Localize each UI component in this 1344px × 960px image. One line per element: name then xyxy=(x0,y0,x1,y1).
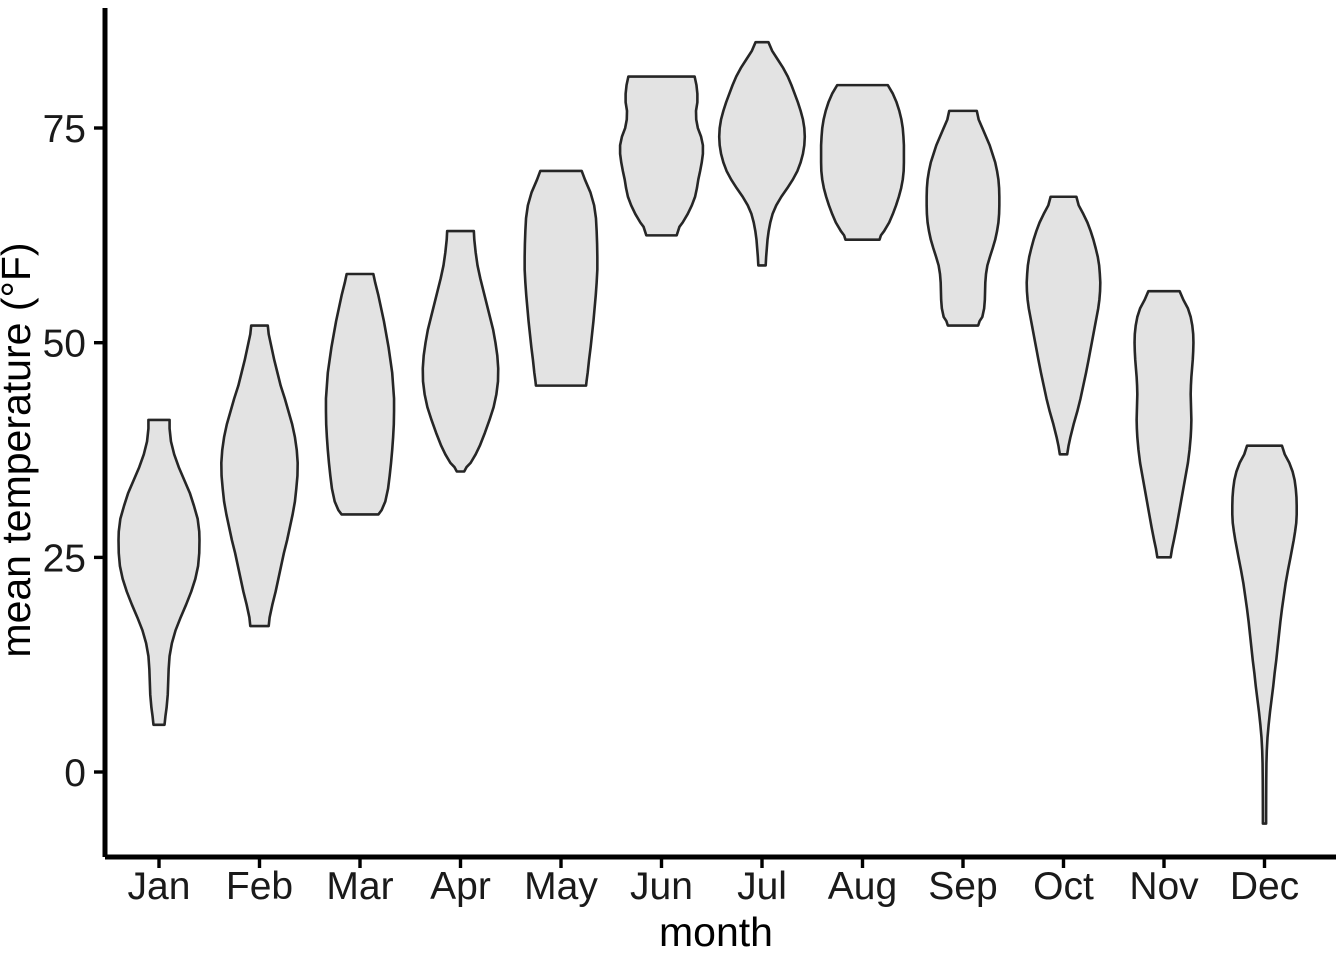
x-tick-label-nov: Nov xyxy=(1129,865,1199,908)
x-tick-label-feb: Feb xyxy=(226,865,293,908)
violin-sep xyxy=(925,109,1001,327)
x-tick-label-may: May xyxy=(524,865,598,908)
violin-jan xyxy=(117,418,201,727)
x-axis-title: month xyxy=(659,909,773,955)
y-tick-label-50: 50 xyxy=(43,323,86,366)
x-tick-label-jan: Jan xyxy=(128,865,191,908)
x-tick-label-apr: Apr xyxy=(430,865,491,908)
violin-feb xyxy=(220,324,299,628)
violin-jun xyxy=(618,75,705,237)
y-tick-label-75: 75 xyxy=(43,108,86,151)
x-tick-label-oct: Oct xyxy=(1033,865,1094,908)
x-tick-label-jul: Jul xyxy=(737,865,787,908)
violin-oct xyxy=(1025,195,1102,456)
x-tick-label-dec: Dec xyxy=(1230,865,1299,908)
x-tick-label-jun: Jun xyxy=(630,865,693,908)
x-tick-label-sep: Sep xyxy=(928,865,997,908)
violin-dec xyxy=(1231,444,1298,825)
y-tick-label-25: 25 xyxy=(43,537,86,580)
y-tick-label-0: 0 xyxy=(64,752,86,795)
violin-aug xyxy=(819,83,906,241)
y-axis-title: mean temperature (°F) xyxy=(0,242,39,657)
violin-chart-figure: 0 25 50 75 Jan Feb Mar Apr May Jun Jul Aug Sep Oct Nov… xyxy=(0,0,1344,960)
violin-mar xyxy=(324,272,396,516)
violin-nov xyxy=(1133,289,1195,559)
x-tick-label-aug: Aug xyxy=(828,865,897,908)
violin-may xyxy=(523,169,599,387)
violin-plot-canvas: 0 25 50 75 Jan Feb Mar Apr May Jun Jul Aug Sep Oct Nov… xyxy=(0,8,1336,955)
violin-series-group xyxy=(117,40,1298,825)
violin-jul xyxy=(717,40,807,267)
violin-apr xyxy=(421,229,500,473)
x-tick-label-mar: Mar xyxy=(326,865,393,908)
